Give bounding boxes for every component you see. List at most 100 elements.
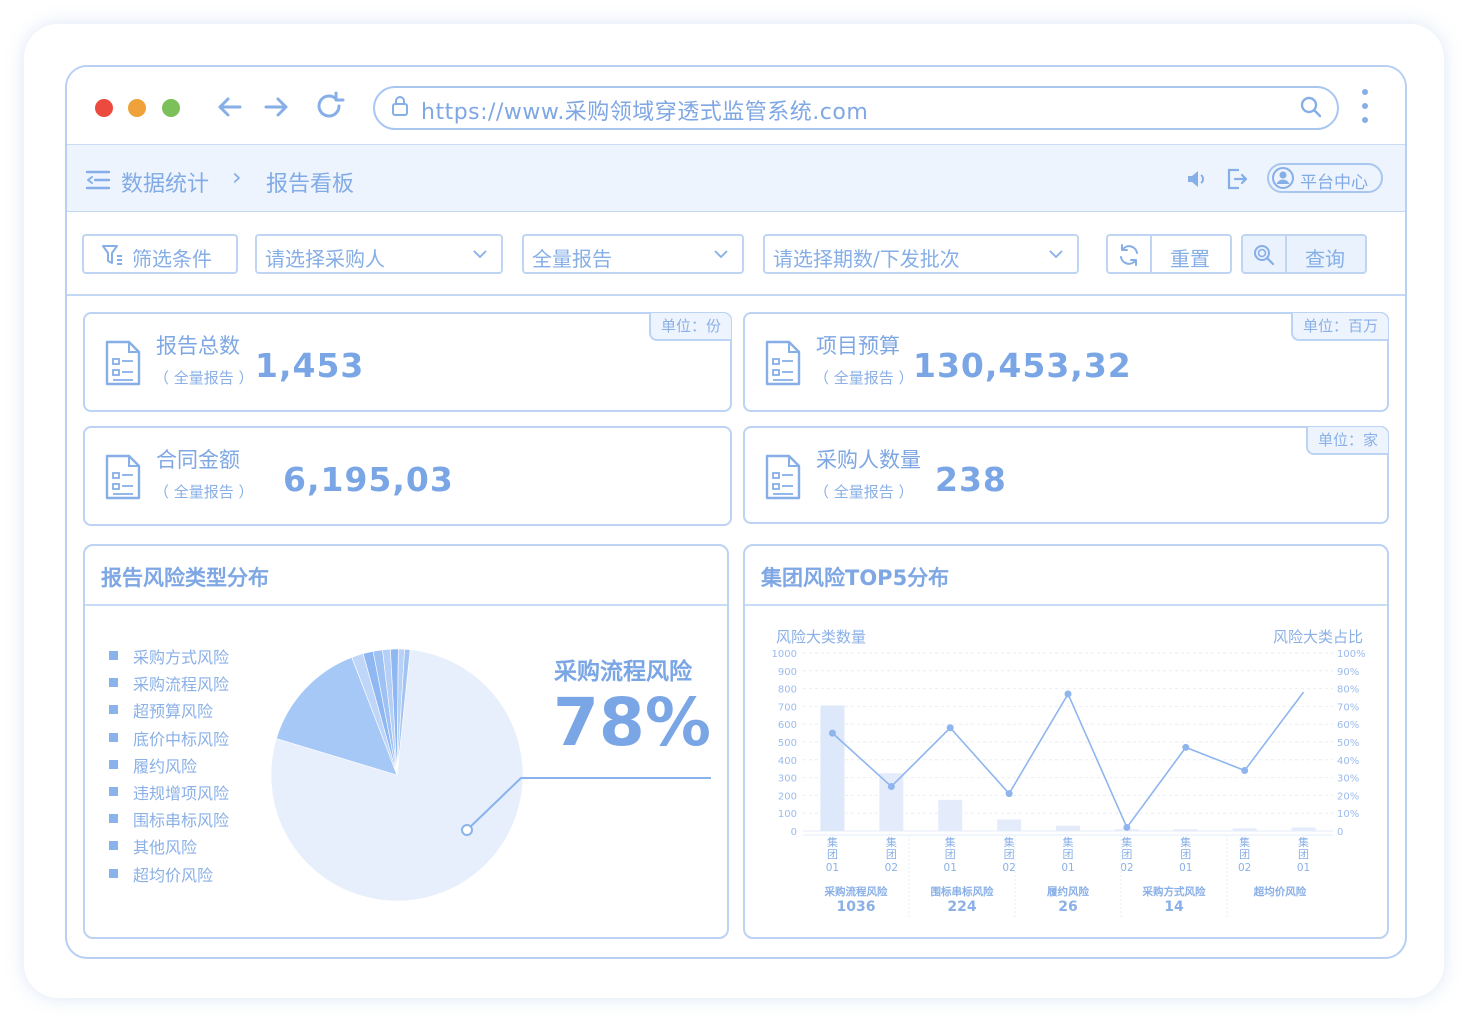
right-tick-label: 90% [1337, 667, 1359, 678]
query-label: 查询 [1305, 247, 1345, 271]
minimize-window-dot[interactable] [128, 99, 146, 117]
user-avatar-icon [1272, 167, 1294, 189]
x-tick-label: 01 [944, 862, 957, 874]
x-tick-label: 团 [827, 848, 838, 861]
left-tick-label: 300 [778, 774, 797, 785]
query-button[interactable]: 查询 [1241, 234, 1367, 274]
line-point[interactable] [1123, 823, 1131, 831]
group-top5-panel: 集团风险TOP5分布 风险大类数量 风险大类占比 1000 100% 900 90% 8… [743, 544, 1389, 939]
breadcrumb-root[interactable]: 数据统计 [121, 166, 209, 198]
bar[interactable] [938, 799, 963, 831]
reload-icon[interactable] [312, 89, 348, 125]
stat-title: 报告总数 [156, 334, 240, 358]
left-tick-label: 600 [778, 720, 797, 731]
report-type-select[interactable]: 全量报告 [522, 234, 744, 274]
unit-badge: 单位：份 [648, 313, 731, 341]
line-point[interactable] [1241, 766, 1249, 774]
line-point[interactable] [1005, 790, 1013, 798]
right-tick-label: 10% [1337, 809, 1359, 820]
x-tick-label: 01 [1179, 862, 1192, 874]
x-tick-label: 团 [1180, 848, 1191, 861]
x-tick-label: 集 [1121, 835, 1132, 849]
magnifier-icon [1254, 245, 1275, 266]
pie-leader-dot [461, 824, 473, 836]
bar[interactable] [1173, 829, 1198, 831]
x-tick-label: 01 [1297, 862, 1310, 874]
search-icon[interactable] [1299, 95, 1323, 119]
group-name-label: 围标串标风险 [931, 885, 994, 898]
bar[interactable] [879, 773, 904, 831]
bar[interactable] [820, 705, 845, 831]
line-point[interactable] [1182, 743, 1190, 751]
line-point[interactable] [828, 729, 836, 737]
more-vertical-icon[interactable] [1357, 87, 1373, 127]
maximize-window-dot[interactable] [162, 99, 180, 117]
stat-value: 130,453,32 [913, 346, 1132, 385]
unit-badge: 单位：百万 [1290, 313, 1388, 341]
line-point[interactable] [946, 724, 954, 732]
right-tick-label: 40% [1337, 756, 1359, 767]
lock-icon [392, 96, 408, 116]
x-tick-label: 集 [1180, 835, 1191, 849]
right-tick-label: 50% [1337, 738, 1359, 749]
x-tick-label: 集 [886, 835, 897, 849]
x-tick-label: 02 [1002, 862, 1015, 874]
left-tick-label: 700 [778, 702, 797, 713]
filter-icon [102, 245, 122, 265]
stat-card-purchaser-count: 单位：家 采购人数量 （ 全量报告 ） 238 [743, 426, 1389, 524]
refresh-icon [1120, 244, 1138, 266]
purchaser-select[interactable]: 请选择采购人 [255, 234, 503, 274]
left-tick-label: 100 [778, 809, 797, 820]
document-icon [765, 340, 801, 386]
document-icon [105, 340, 141, 386]
x-tick-label: 集 [827, 835, 838, 849]
stat-subtitle: （ 全量报告 ） [154, 483, 254, 501]
x-tick-label: 集 [945, 835, 956, 849]
browser-window: https://www.采购领域穿透式监管系统.com 数据统计 › 报告看板 … [65, 65, 1407, 959]
url-text: https://www.采购领域穿透式监管系统.com [421, 100, 869, 125]
bar[interactable] [1056, 825, 1080, 831]
filter-conditions-button[interactable]: 筛选条件 [82, 234, 238, 274]
unit-badge: 单位：家 [1305, 427, 1388, 455]
stat-title: 合同金额 [156, 448, 240, 472]
left-tick-label: 800 [778, 685, 797, 696]
bar[interactable] [1232, 828, 1257, 831]
period-select[interactable]: 请选择期数/下发批次 [763, 234, 1079, 274]
forward-arrow-icon[interactable] [258, 89, 294, 125]
back-arrow-icon[interactable] [212, 89, 248, 125]
reset-button[interactable]: 重置 [1106, 234, 1232, 274]
x-tick-label: 02 [1238, 862, 1251, 874]
x-tick-label: 团 [886, 848, 897, 861]
left-tick-label: 900 [778, 667, 797, 678]
highlight-value: 78% [553, 684, 711, 761]
x-tick-label: 01 [826, 862, 839, 874]
right-tick-label: 100% [1337, 649, 1366, 660]
risk-type-panel: 报告风险类型分布 采购方式风险 采购流程风险 超预算风险 底价中标风险 履约风险 违规增项… [83, 544, 729, 939]
stat-subtitle: （ 全量报告 ） [814, 369, 914, 387]
left-tick-label: 400 [778, 756, 797, 767]
right-tick-label: 70% [1337, 702, 1359, 713]
bar[interactable] [1291, 827, 1316, 831]
group-count-label: 14 [1164, 899, 1184, 915]
x-tick-label: 02 [885, 862, 898, 874]
close-window-dot[interactable] [95, 99, 113, 117]
right-tick-label: 60% [1337, 720, 1359, 731]
group-count-label: 26 [1058, 899, 1077, 915]
x-tick-label: 集 [1004, 835, 1015, 849]
line-point[interactable] [887, 783, 895, 790]
left-tick-label: 200 [778, 791, 797, 802]
line-point[interactable] [1064, 690, 1072, 698]
document-icon [765, 454, 801, 500]
browser-titlebar: https://www.采购领域穿透式监管系统.com [67, 67, 1405, 144]
logout-icon[interactable] [1225, 167, 1249, 191]
left-tick-label: 500 [778, 738, 797, 749]
stat-card-project-budget: 单位：百万 项目预算 （ 全量报告 ） 130,453,32 [743, 312, 1389, 412]
platform-center-button[interactable]: 平台中心 [1267, 163, 1383, 193]
right-tick-label: 30% [1337, 774, 1359, 785]
right-tick-label: 80% [1337, 685, 1359, 696]
menu-collapse-icon[interactable] [85, 169, 111, 191]
left-tick-label: 0 [791, 827, 797, 838]
speaker-icon[interactable] [1185, 168, 1207, 190]
address-bar[interactable]: https://www.采购领域穿透式监管系统.com [373, 86, 1339, 130]
bar[interactable] [997, 819, 1022, 831]
